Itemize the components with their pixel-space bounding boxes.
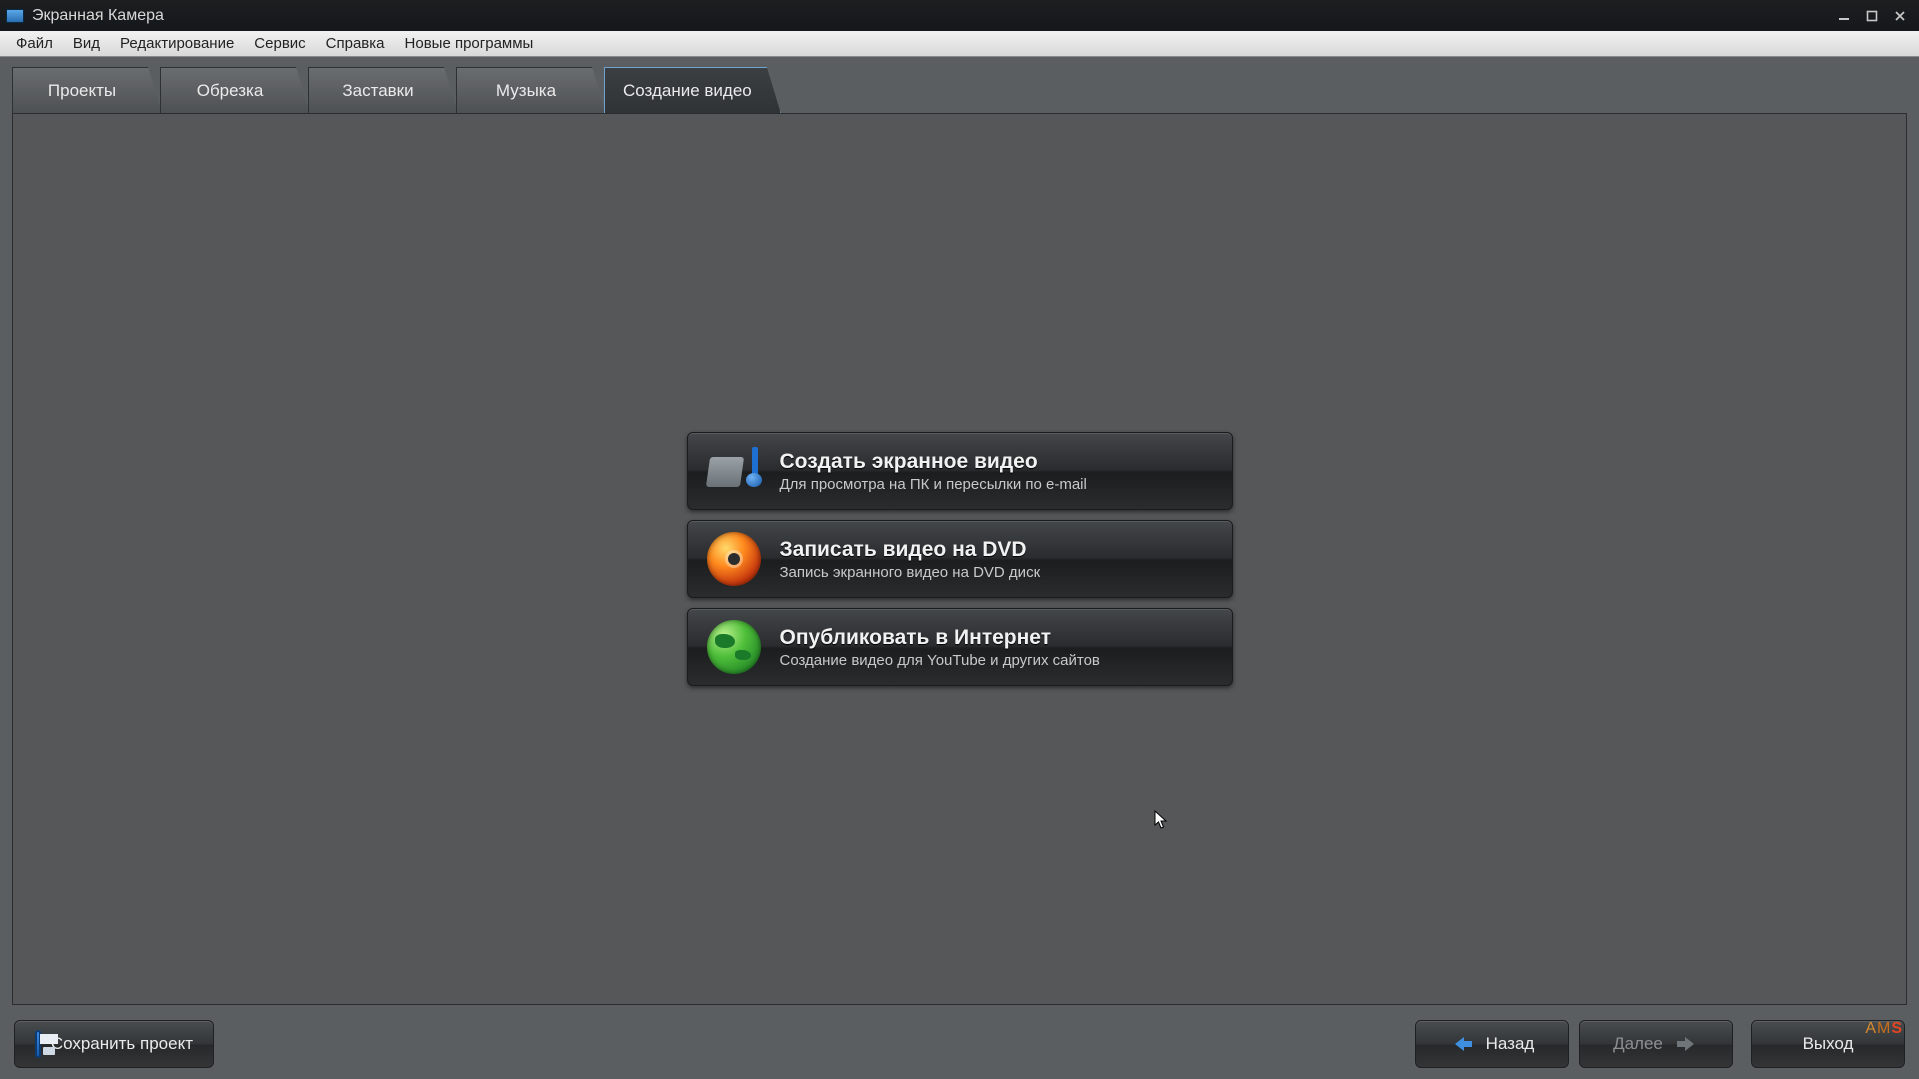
save-icon xyxy=(35,1030,41,1058)
option-title: Создать экранное видео xyxy=(780,450,1087,474)
arrow-left-icon xyxy=(1450,1034,1476,1054)
content-area: Создать экранное видео Для просмотра на … xyxy=(12,113,1907,1005)
titlebar[interactable]: Экранная Камера xyxy=(0,0,1919,31)
option-subtitle: Для просмотра на ПК и пересылки по e-mai… xyxy=(780,476,1087,493)
tab-trim[interactable]: Обрезка xyxy=(160,67,310,113)
arrow-right-icon xyxy=(1673,1034,1699,1054)
tab-create-video[interactable]: Создание видео xyxy=(604,67,781,113)
menu-view[interactable]: Вид xyxy=(63,33,110,54)
option-subtitle: Запись экранного видео на DVD диск xyxy=(780,564,1041,581)
tab-label: Создание видео xyxy=(623,81,752,101)
button-label: Далее xyxy=(1613,1034,1663,1054)
window-title: Экранная Камера xyxy=(32,7,164,25)
film-note-icon xyxy=(706,443,762,499)
button-label: Сохранить проект xyxy=(51,1034,193,1054)
option-create-screen-video[interactable]: Создать экранное видео Для просмотра на … xyxy=(687,432,1233,510)
maximize-button[interactable] xyxy=(1859,6,1885,26)
tab-label: Музыка xyxy=(496,81,556,101)
bottom-bar: Сохранить проект Назад Далее Выход xyxy=(0,1009,1919,1079)
tab-projects[interactable]: Проекты xyxy=(12,67,162,113)
save-project-button[interactable]: Сохранить проект xyxy=(14,1020,214,1068)
tab-titles[interactable]: Заставки xyxy=(308,67,458,113)
close-button[interactable] xyxy=(1887,6,1913,26)
button-label: Назад xyxy=(1486,1034,1535,1054)
menu-edit[interactable]: Редактирование xyxy=(110,33,244,54)
option-burn-dvd[interactable]: Записать видео на DVD Запись экранного в… xyxy=(687,520,1233,598)
branding-label: AMS xyxy=(1865,1020,1903,1038)
app-window: Экранная Камера Файл Вид Редактирование … xyxy=(0,0,1919,1079)
tab-music[interactable]: Музыка xyxy=(456,67,606,113)
globe-icon xyxy=(706,619,762,675)
next-button: Далее xyxy=(1579,1020,1733,1068)
tab-label: Заставки xyxy=(342,81,413,101)
tab-label: Обрезка xyxy=(197,81,264,101)
option-publish-internet[interactable]: Опубликовать в Интернет Создание видео д… xyxy=(687,608,1233,686)
export-options: Создать экранное видео Для просмотра на … xyxy=(687,432,1233,686)
back-button[interactable]: Назад xyxy=(1415,1020,1569,1068)
menu-help[interactable]: Справка xyxy=(316,33,395,54)
tabstrip: Проекты Обрезка Заставки Музыка Создание… xyxy=(0,57,1919,113)
tab-label: Проекты xyxy=(48,81,116,101)
option-title: Записать видео на DVD xyxy=(780,538,1041,562)
button-label: Выход xyxy=(1803,1034,1854,1054)
menu-tools[interactable]: Сервис xyxy=(244,33,315,54)
app-icon xyxy=(6,9,24,23)
menubar: Файл Вид Редактирование Сервис Справка Н… xyxy=(0,31,1919,57)
option-title: Опубликовать в Интернет xyxy=(780,626,1100,650)
menu-new-programs[interactable]: Новые программы xyxy=(395,33,544,54)
minimize-button[interactable] xyxy=(1831,6,1857,26)
menu-file[interactable]: Файл xyxy=(6,33,63,54)
dvd-icon xyxy=(706,531,762,587)
option-subtitle: Создание видео для YouTube и других сайт… xyxy=(780,652,1100,669)
